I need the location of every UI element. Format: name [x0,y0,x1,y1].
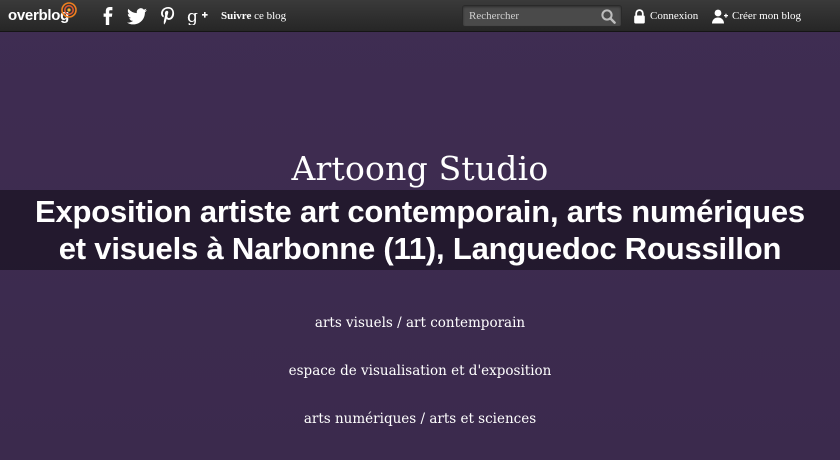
follow-label-strong: Suivre [221,10,252,22]
twitter-icon[interactable] [126,6,148,26]
tagline-arts-numeriques: arts numériques / arts et sciences [303,411,537,427]
tagline-espace-exposition: espace de visualisation et d'exposition [288,363,552,379]
login-label: Connexion [650,10,699,22]
blog-headline: Exposition artiste art contemporain, art… [0,193,840,267]
overblog-logo[interactable]: overblog [8,6,69,26]
overblog-swirl-icon [61,2,77,18]
google-plus-icon[interactable]: g [187,6,209,26]
site-title[interactable]: Artoong Studio [0,148,840,190]
follow-label-rest: ce blog [251,10,287,22]
facebook-icon[interactable] [97,6,119,26]
search-box [462,5,622,27]
search-input[interactable] [463,6,597,26]
create-blog-link[interactable]: Créer mon blog [712,8,801,24]
top-navigation-bar: overblog g Suivre ce blog Connexion [0,0,840,32]
login-link[interactable]: Connexion [633,8,698,24]
headline-line-2: et visuels à Narbonne (11), Languedoc Ro… [58,231,782,266]
headline-line-1: Exposition artiste art contemporain, art… [35,194,805,229]
logo-text-over: over [8,7,39,24]
search-icon[interactable] [601,9,616,24]
pinterest-icon[interactable] [157,6,179,26]
lock-icon [634,8,645,23]
user-add-icon [712,9,728,23]
svg-text:g: g [187,7,198,25]
tagline-arts-visuels: arts visuels / art contemporain [314,315,526,331]
follow-blog-link[interactable]: Suivre ce blog [221,8,286,24]
create-blog-label: Créer mon blog [732,10,802,22]
